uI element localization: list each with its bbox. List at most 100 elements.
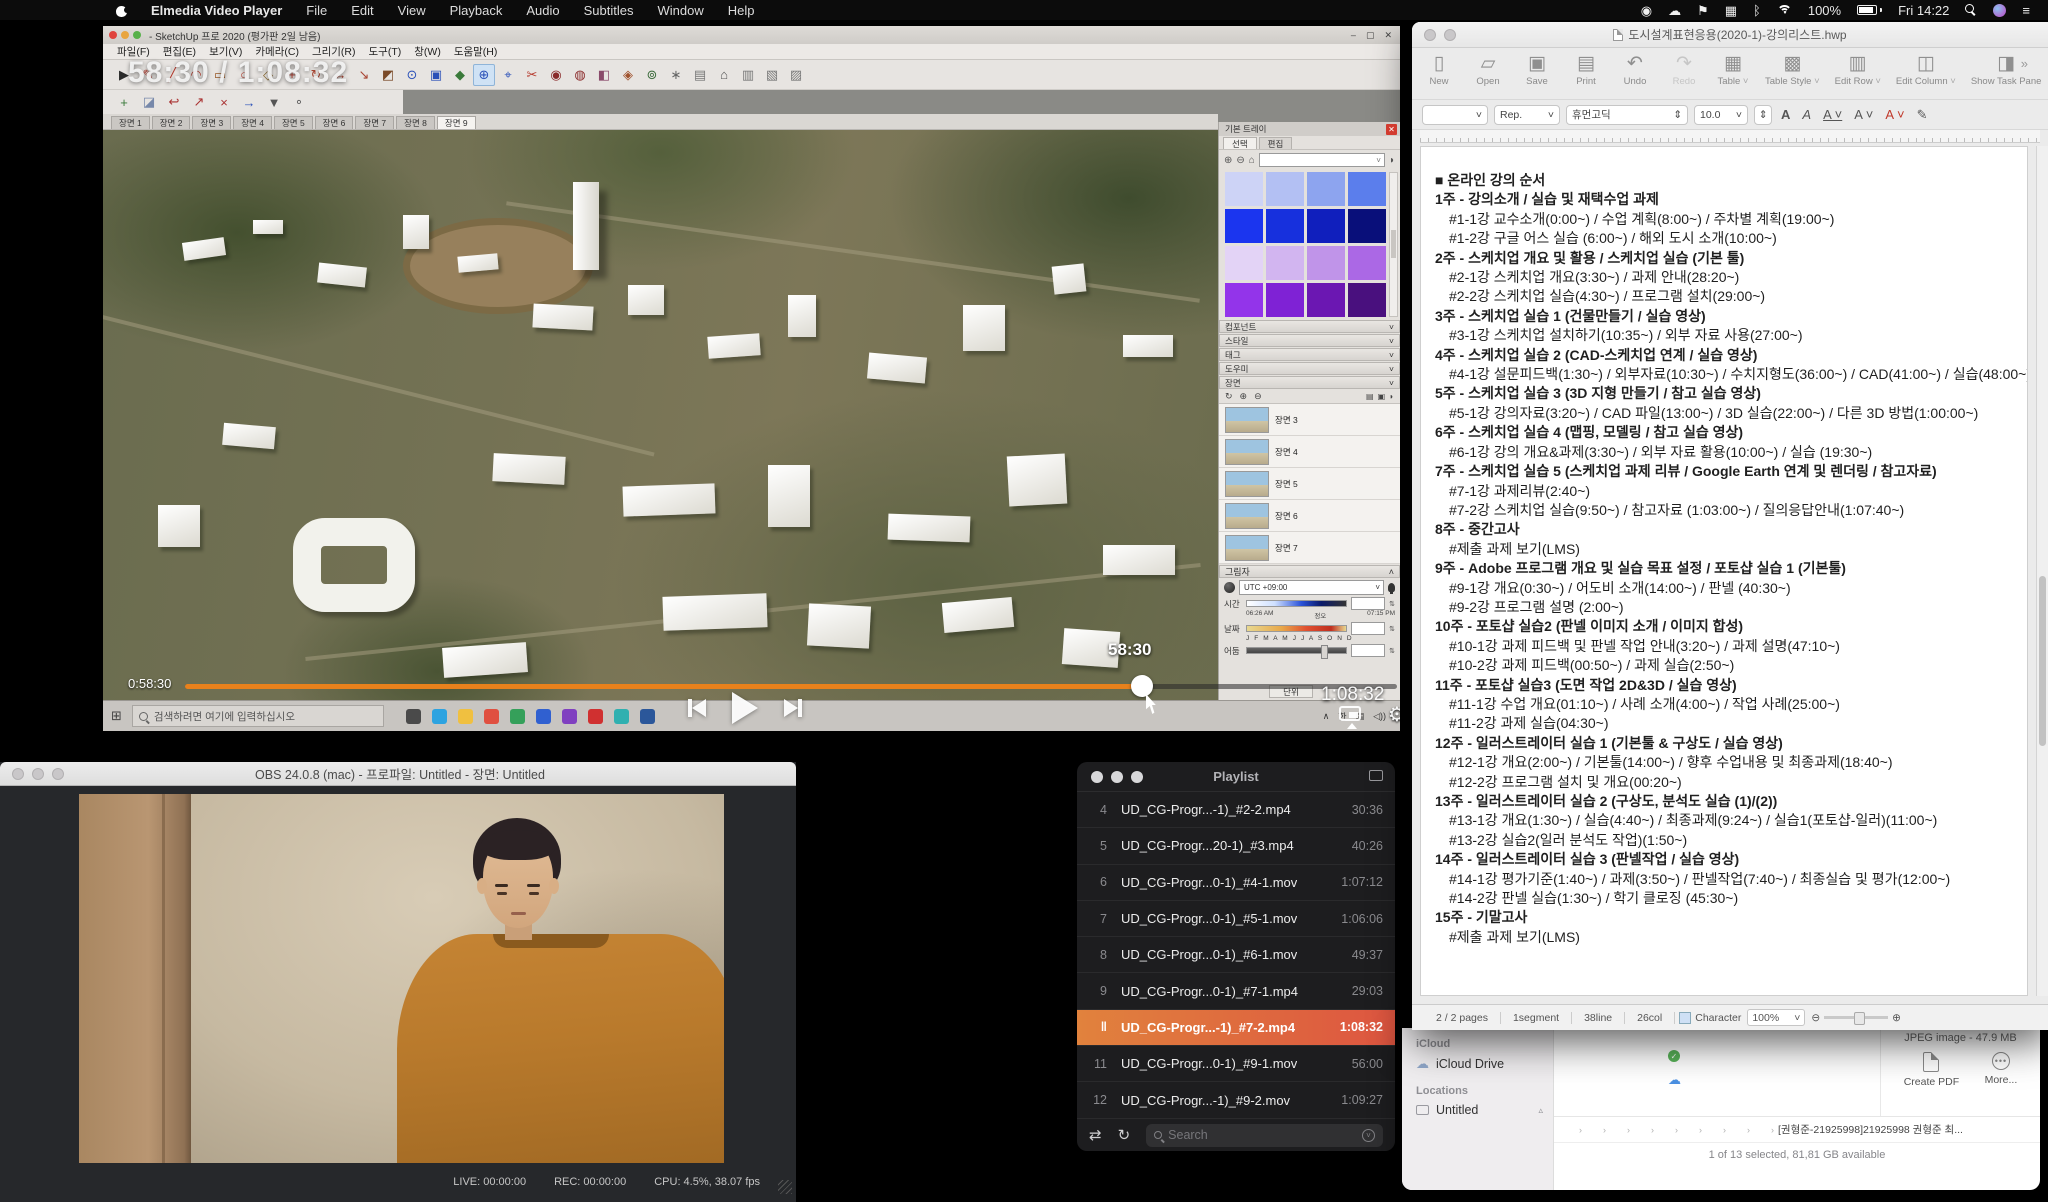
hwp-toolbar-button[interactable]: ▥ Edit Row: [1835, 53, 1881, 87]
view-options-icon[interactable]: ▤: [1366, 392, 1374, 401]
keyboard-status-icon[interactable]: ▦: [1725, 4, 1737, 17]
cloud-status-icon[interactable]: ☁: [1668, 4, 1681, 17]
menu-view[interactable]: View: [398, 3, 426, 18]
sketchup-tool-icon[interactable]: ◍: [569, 64, 591, 86]
hwp-toolbar-button[interactable]: ↶ Undo: [1618, 53, 1652, 87]
seek-bar[interactable]: [185, 684, 1397, 689]
scene-list-item[interactable]: 장면 4: [1219, 436, 1400, 468]
apple-menu-icon[interactable]: [116, 4, 127, 17]
scene-list-item[interactable]: 장면 5: [1219, 468, 1400, 500]
font-color-button[interactable]: A ˅: [1882, 107, 1907, 122]
path-icon[interactable]: [1682, 1125, 1695, 1135]
hwp-toolbar-button[interactable]: ◫ Edit Column: [1896, 53, 1956, 87]
next-button[interactable]: [784, 699, 802, 717]
hwp-toolbar-button[interactable]: ▯ New: [1422, 53, 1456, 87]
path-icon[interactable]: [1706, 1125, 1719, 1135]
sketchup-tool-icon[interactable]: ↗: [188, 91, 210, 113]
repeat-icon[interactable]: ↻: [1118, 1126, 1131, 1144]
tray-section-header[interactable]: 스타일˅: [1219, 334, 1400, 347]
playlist-row[interactable]: ‖ UD_CG-Progr...-1)_#7-2.mp4 1:08:32: [1077, 1010, 1395, 1046]
color-swatch[interactable]: [1225, 172, 1263, 206]
color-swatch[interactable]: [1307, 283, 1345, 317]
scene-list-item[interactable]: 장면 6: [1219, 500, 1400, 532]
filter-chevron-icon[interactable]: ˅: [1362, 1129, 1375, 1142]
size-stepper[interactable]: ⇕: [1754, 105, 1772, 125]
dark-slider[interactable]: [1246, 647, 1347, 654]
hwp-toolbar-button[interactable]: ▤ Print: [1569, 53, 1603, 87]
menu-file[interactable]: File: [306, 3, 327, 18]
color-swatch[interactable]: [1307, 209, 1345, 243]
play-button[interactable]: [732, 692, 758, 724]
scene-tab[interactable]: 장면 2: [152, 116, 191, 129]
path-icon[interactable]: [1658, 1125, 1671, 1135]
hwp-toolbar-button[interactable]: ▱ Open: [1471, 53, 1505, 87]
path-icon[interactable]: [1754, 1125, 1767, 1135]
tray-section-header[interactable]: 장면˅: [1219, 376, 1400, 389]
highlight-button[interactable]: ✎: [1914, 107, 1931, 123]
sketchup-tool-icon[interactable]: ▧: [761, 64, 783, 86]
zoom-select[interactable]: 100%˅: [1747, 1009, 1805, 1026]
sketchup-menu-item[interactable]: 도구(T): [369, 44, 402, 59]
material-set-select[interactable]: ˅: [1259, 153, 1385, 167]
playlist-row[interactable]: 12 UD_CG-Progr...-1)_#9-2.mov 1:09:27: [1077, 1082, 1395, 1118]
color-swatch[interactable]: [1266, 172, 1304, 206]
playlist-row[interactable]: 5 UD_CG-Progr...20-1)_#3.mp4 40:26: [1077, 828, 1395, 864]
sketchup-menu-item[interactable]: 창(W): [414, 44, 441, 59]
wifi-icon[interactable]: [1777, 5, 1792, 16]
sketchup-tool-icon[interactable]: ▼: [263, 91, 285, 113]
sketchup-tool-icon[interactable]: ×: [213, 91, 235, 113]
sketchup-tool-icon[interactable]: ▨: [785, 64, 807, 86]
zoom-out-icon[interactable]: ⊖: [1811, 1012, 1820, 1024]
previous-button[interactable]: [688, 699, 706, 717]
sketchup-tool-icon[interactable]: ◉: [545, 64, 567, 86]
document-scrollbar[interactable]: [2036, 146, 2048, 996]
sketchup-window-controls[interactable]: –▢✕: [1351, 30, 1400, 41]
tray-arrow-icon[interactable]: [1347, 723, 1357, 729]
refresh-scene-icon[interactable]: ↻: [1225, 391, 1233, 402]
sketchup-tool-icon[interactable]: ▥: [737, 64, 759, 86]
dark-field[interactable]: [1351, 644, 1385, 657]
zoom-slider[interactable]: [1824, 1016, 1888, 1019]
playlist-row[interactable]: 11 UD_CG-Progr...0-1)_#9-1.mov 56:00: [1077, 1046, 1395, 1082]
shadow-panel-header[interactable]: 그림자˄: [1219, 565, 1400, 578]
color-swatch[interactable]: [1266, 209, 1304, 243]
sketchup-tool-icon[interactable]: ◧: [593, 64, 615, 86]
sketchup-tool-icon[interactable]: ⊙: [401, 64, 423, 86]
underline-button[interactable]: A ˅: [1820, 107, 1845, 122]
spotlight-icon[interactable]: [1965, 4, 1977, 16]
tray-scrollbar[interactable]: [1389, 172, 1398, 317]
sketchup-tool-icon[interactable]: ◩: [377, 64, 399, 86]
scene-tab[interactable]: 장면 8: [396, 116, 435, 129]
color-swatch[interactable]: [1266, 283, 1304, 317]
bluetooth-icon[interactable]: ᛒ: [1753, 4, 1761, 17]
menu-playback[interactable]: Playback: [450, 3, 503, 18]
sketchup-tool-icon[interactable]: →: [238, 91, 260, 113]
color-swatch[interactable]: [1348, 209, 1386, 243]
menu-window[interactable]: Window: [657, 3, 703, 18]
create-pdf-button[interactable]: Create PDF: [1904, 1052, 1959, 1088]
menu-edit[interactable]: Edit: [351, 3, 373, 18]
paint-sample-icon[interactable]: ◗: [1389, 155, 1395, 166]
hwp-toolbar-button[interactable]: ▦ Table: [1716, 53, 1750, 87]
time-field[interactable]: [1351, 597, 1385, 610]
siri-icon[interactable]: [1993, 4, 2006, 17]
obs-window-controls[interactable]: [0, 768, 64, 780]
sketchup-tool-icon[interactable]: ◪: [138, 91, 160, 113]
color-swatch[interactable]: [1348, 246, 1386, 280]
back-icon[interactable]: ⊕: [1224, 155, 1232, 166]
scene-list-item[interactable]: 장면 7: [1219, 532, 1400, 564]
remove-scene-icon[interactable]: ⊖: [1254, 391, 1262, 402]
path-icon[interactable]: [1610, 1125, 1623, 1135]
eject-icon[interactable]: ▵: [1538, 1105, 1553, 1116]
time-stepper[interactable]: ⇅: [1389, 600, 1395, 608]
font-name-select[interactable]: 휴먼고딕⇕: [1566, 105, 1688, 125]
tab-select[interactable]: 선택: [1223, 137, 1257, 149]
playlist-row[interactable]: 7 UD_CG-Progr...0-1)_#5-1.mov 1:06:06: [1077, 901, 1395, 937]
sketchup-tool-icon[interactable]: +: [113, 91, 135, 113]
path-icon[interactable]: [1562, 1125, 1575, 1135]
tray-header[interactable]: 기본 트레이 ✕: [1219, 122, 1400, 136]
scene-tab[interactable]: 장면 5: [274, 116, 313, 129]
sketchup-tool-icon[interactable]: ▣: [425, 64, 447, 86]
sketchup-tool-icon[interactable]: ▤: [689, 64, 711, 86]
shadow-toggle-icon[interactable]: [1388, 583, 1395, 592]
